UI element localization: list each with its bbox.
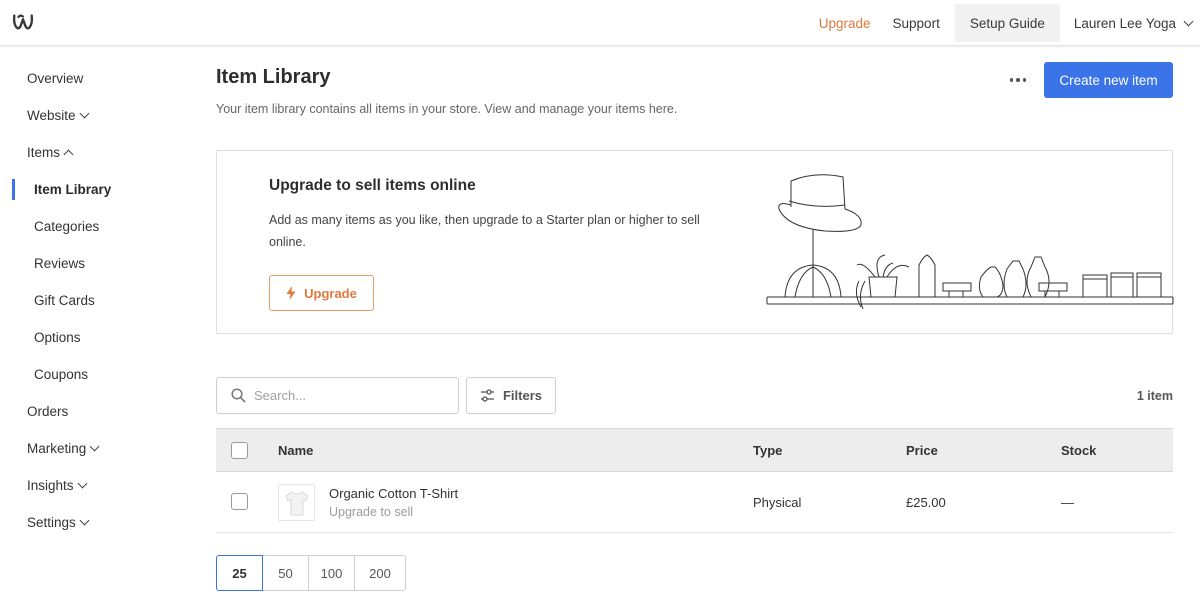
lightning-icon — [286, 286, 296, 300]
chevron-down-icon — [79, 515, 90, 526]
sidebar-item-orders[interactable]: Orders — [0, 393, 190, 430]
sidebar-item-label: Options — [34, 330, 81, 345]
sidebar-item-label: Insights — [27, 478, 74, 493]
promo-upgrade-button[interactable]: Upgrade — [269, 275, 374, 311]
sidebar-item-label: Settings — [27, 515, 76, 530]
column-header-stock[interactable]: Stock — [1061, 443, 1096, 458]
tshirt-icon — [285, 491, 308, 515]
promo-title: Upgrade to sell items online — [269, 177, 476, 194]
create-new-item-button[interactable]: Create new item — [1044, 62, 1173, 98]
sidebar-item-reviews[interactable]: Reviews — [0, 245, 190, 282]
item-status: Upgrade to sell — [329, 505, 414, 519]
support-link[interactable]: Support — [882, 16, 951, 31]
dot-icon — [1016, 78, 1020, 82]
sidebar-item-gift-cards[interactable]: Gift Cards — [0, 282, 190, 319]
sliders-icon — [480, 389, 494, 402]
table-header: Name Type Price Stock — [216, 428, 1173, 472]
setup-guide-button[interactable]: Setup Guide — [954, 4, 1060, 42]
top-bar: Upgrade Support Setup Guide Lauren Lee Y… — [0, 0, 1200, 46]
weebly-w-icon[interactable] — [12, 11, 34, 33]
sidebar: Overview Website Items Item Library Cate… — [0, 60, 190, 541]
page-title: Item Library — [216, 66, 331, 88]
page-description: Your item library contains all items in … — [216, 102, 678, 116]
filters-button[interactable]: Filters — [466, 377, 556, 414]
page-size-50[interactable]: 50 — [262, 555, 309, 591]
table-row[interactable]: Organic Cotton T-Shirt Upgrade to sell P… — [216, 472, 1173, 533]
item-type: Physical — [753, 495, 802, 510]
item-price: £25.00 — [906, 495, 946, 510]
page-size-200[interactable]: 200 — [354, 555, 406, 591]
sidebar-item-label: Categories — [34, 219, 100, 234]
column-header-price[interactable]: Price — [906, 443, 938, 458]
sidebar-item-settings[interactable]: Settings — [0, 504, 190, 541]
column-header-name[interactable]: Name — [278, 443, 313, 458]
chevron-down-icon — [89, 441, 100, 452]
sidebar-item-options[interactable]: Options — [0, 319, 190, 356]
shelf-illustration — [766, 174, 1174, 310]
page-size-25[interactable]: 25 — [216, 555, 263, 591]
sidebar-item-label: Reviews — [34, 256, 86, 271]
sidebar-item-categories[interactable]: Categories — [0, 208, 190, 245]
items-table: Name Type Price Stock Organic Cotton T-S… — [216, 428, 1173, 533]
sidebar-item-coupons[interactable]: Coupons — [0, 356, 190, 393]
dot-icon — [1009, 78, 1014, 82]
filters-label: Filters — [502, 388, 542, 403]
sidebar-item-items[interactable]: Items — [0, 134, 190, 171]
page-size-100[interactable]: 100 — [308, 555, 355, 591]
promo-upgrade-label: Upgrade — [304, 285, 357, 301]
column-header-type[interactable]: Type — [753, 443, 782, 458]
chevron-down-icon — [77, 478, 87, 489]
sidebar-item-label: Coupons — [34, 367, 89, 382]
search-input[interactable] — [254, 388, 444, 403]
sidebar-item-label: Website — [27, 108, 76, 123]
row-checkbox[interactable] — [231, 493, 248, 510]
dot-icon — [1022, 78, 1027, 82]
sidebar-item-label: Items — [27, 145, 61, 160]
search-box — [216, 377, 459, 414]
item-count: 1 item — [1136, 389, 1173, 403]
item-name[interactable]: Organic Cotton T-Shirt — [329, 486, 458, 501]
sidebar-item-item-library[interactable]: Item Library — [0, 171, 190, 208]
account-menu[interactable]: Lauren Lee Yoga — [1064, 16, 1200, 31]
item-thumbnail — [278, 484, 315, 521]
more-options-button[interactable] — [1003, 68, 1033, 92]
sidebar-item-insights[interactable]: Insights — [0, 467, 190, 504]
promo-text: Add as many items as you like, then upgr… — [269, 213, 700, 249]
sidebar-item-label: Marketing — [27, 441, 87, 456]
select-all-checkbox[interactable] — [231, 442, 248, 459]
search-icon — [231, 388, 246, 403]
chevron-down-icon — [79, 108, 89, 119]
sidebar-item-website[interactable]: Website — [0, 97, 190, 134]
chevron-up-icon — [63, 149, 74, 159]
sidebar-item-overview[interactable]: Overview — [0, 60, 190, 97]
sidebar-item-label: Item Library — [34, 182, 112, 197]
sidebar-item-label: Gift Cards — [34, 293, 95, 308]
account-name: Lauren Lee Yoga — [1073, 15, 1176, 31]
upgrade-promo-card: Upgrade to sell items online Add as many… — [216, 150, 1174, 334]
page-size-selector: 25 50 100 200 — [216, 555, 406, 591]
sidebar-item-label: Overview — [27, 71, 84, 86]
item-stock: — — [1061, 495, 1074, 510]
sidebar-item-marketing[interactable]: Marketing — [0, 430, 190, 467]
sidebar-item-label: Orders — [27, 404, 69, 419]
chevron-down-icon — [1183, 16, 1194, 26]
top-nav: Upgrade Support Setup Guide Lauren Lee Y… — [808, 0, 1200, 46]
upgrade-link[interactable]: Upgrade — [808, 16, 882, 31]
